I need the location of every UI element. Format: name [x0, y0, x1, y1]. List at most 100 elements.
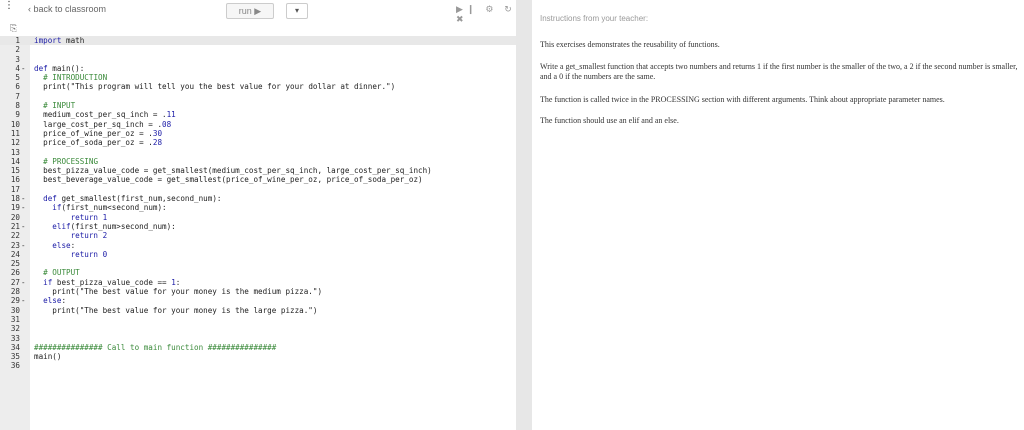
- code-text: print("The best value for your money is …: [34, 305, 318, 315]
- code-line[interactable]: 26 # OUTPUT: [0, 268, 516, 277]
- line-number: 9: [15, 110, 20, 120]
- line-number: 1: [15, 36, 20, 45]
- code-line[interactable]: 1 import math: [0, 36, 516, 46]
- fold-toggle-icon[interactable]: -: [21, 278, 29, 287]
- fold-toggle-icon[interactable]: -: [21, 64, 29, 73]
- pane-divider[interactable]: [516, 0, 532, 430]
- code-line[interactable]: 29- else:: [0, 296, 516, 305]
- code-line[interactable]: 18- def get_smallest(first_num,second_nu…: [0, 194, 516, 203]
- code-line[interactable]: 33: [0, 334, 516, 343]
- code-line[interactable]: 11 price_of_wine_per_oz = .30: [0, 129, 516, 138]
- code-line[interactable]: 34 ############### Call to main function …: [0, 343, 516, 352]
- line-number: 23: [10, 240, 20, 250]
- line-number: 4: [15, 63, 20, 73]
- code-line[interactable]: 25: [0, 259, 516, 268]
- code-text: best_pizza_value_code = get_smallest(med…: [34, 166, 432, 176]
- line-number: 32: [10, 324, 20, 334]
- code-line[interactable]: 7: [0, 92, 516, 101]
- line-number: 17: [10, 184, 20, 194]
- code-line[interactable]: 16 best_beverage_value_code = get_smalle…: [0, 175, 516, 184]
- fold-toggle-icon[interactable]: -: [21, 222, 29, 231]
- line-number: 35: [10, 352, 20, 362]
- code-text: if(first_num<second_num):: [52, 203, 167, 213]
- code-text: # INPUT: [43, 101, 76, 111]
- code-line[interactable]: 8 # INPUT: [0, 101, 516, 110]
- fold-toggle-icon[interactable]: -: [21, 296, 29, 305]
- instructions-paragraph: The function should use an elif and an e…: [540, 116, 679, 125]
- code-line[interactable]: 10 large_cost_per_sq_inch = .08: [0, 120, 516, 129]
- code-text: import math: [34, 36, 85, 45]
- code-line[interactable]: 9 medium_cost_per_sq_inch = .11: [0, 110, 516, 119]
- line-number: 11: [10, 128, 20, 138]
- editor-toolbar: ⋮ ‹ back to classroom run ▶ ▾ ▶❙ ⚙ ↻ ✖: [0, 0, 516, 25]
- line-number: 3: [15, 54, 20, 64]
- line-number: 33: [10, 333, 20, 343]
- line-number: 13: [10, 147, 20, 157]
- line-number: 26: [10, 268, 20, 278]
- line-number: 6: [15, 82, 20, 92]
- line-number: 31: [10, 314, 20, 324]
- code-line[interactable]: 22 return 2: [0, 231, 516, 240]
- code-line[interactable]: 4- def main():: [0, 64, 516, 73]
- code-text: large_cost_per_sq_inch = .08: [34, 119, 172, 129]
- code-line[interactable]: 19- if(first_num<second_num):: [0, 203, 516, 212]
- instructions-paragraph: The function is called twice in the PROC…: [540, 95, 945, 104]
- menu-icon[interactable]: ⋮: [4, 1, 14, 18]
- line-number: 5: [15, 73, 20, 83]
- code-line[interactable]: 21- elif(first_num>second_num):: [0, 222, 516, 231]
- code-text: return 2: [70, 231, 108, 241]
- line-number: 15: [10, 166, 20, 176]
- code-line[interactable]: 35 main(): [0, 352, 516, 361]
- code-line[interactable]: 32: [0, 324, 516, 333]
- code-line[interactable]: 5 # INTRODUCTION: [0, 73, 516, 82]
- fold-toggle-icon[interactable]: -: [21, 241, 29, 250]
- line-number: 2: [15, 45, 20, 55]
- code-text: return 0: [70, 249, 108, 259]
- code-text: else:: [43, 296, 67, 306]
- code-line[interactable]: 31: [0, 315, 516, 324]
- code-line[interactable]: 6 print("This program will tell you the …: [0, 82, 516, 91]
- code-line[interactable]: 23- else:: [0, 241, 516, 250]
- code-line[interactable]: 12 price_of_soda_per_oz = .28: [0, 138, 516, 147]
- line-number: 16: [10, 175, 20, 185]
- code-line[interactable]: 2: [0, 45, 516, 54]
- code-line[interactable]: 28 print("The best value for your money …: [0, 287, 516, 296]
- code-line[interactable]: 15 best_pizza_value_code = get_smallest(…: [0, 166, 516, 175]
- code-text: # OUTPUT: [43, 268, 80, 278]
- line-number: 28: [10, 287, 20, 297]
- code-line[interactable]: 13: [0, 148, 516, 157]
- code-text: def get_smallest(first_num,second_num):: [43, 194, 222, 204]
- fold-toggle-icon[interactable]: -: [21, 203, 29, 212]
- code-line[interactable]: 30 print("The best value for your money …: [0, 306, 516, 315]
- run-options-dropdown[interactable]: ▾: [286, 3, 308, 19]
- code-line[interactable]: 36: [0, 361, 516, 370]
- back-to-classroom-link[interactable]: ‹ back to classroom: [28, 4, 106, 14]
- code-text: ############### Call to main function ##…: [34, 342, 277, 352]
- code-line[interactable]: 20 return 1: [0, 213, 516, 222]
- code-text: # INTRODUCTION: [43, 73, 108, 83]
- code-line[interactable]: 27- if best_pizza_value_code == 1:: [0, 278, 516, 287]
- line-number: 8: [15, 101, 20, 111]
- line-number: 34: [10, 342, 20, 352]
- code-text: best_beverage_value_code = get_smallest(…: [34, 175, 423, 185]
- file-icon[interactable]: ⎘: [10, 24, 17, 34]
- line-number: 24: [10, 249, 20, 259]
- line-number: 30: [10, 305, 20, 315]
- line-number: 36: [10, 361, 20, 371]
- code-editor[interactable]: 1 import math 2 3 4- def main(): 5 # INTRODUCT…: [0, 36, 516, 371]
- toolbar-icons[interactable]: ▶❙ ⚙ ↻ ✖: [456, 5, 516, 25]
- code-text: print("The best value for your money is …: [34, 287, 323, 297]
- run-button[interactable]: run ▶: [226, 3, 274, 19]
- line-number: 27: [10, 277, 20, 287]
- code-line[interactable]: 3: [0, 55, 516, 64]
- instructions-paragraph: This exercises demonstrates the reusabil…: [540, 40, 720, 49]
- code-text: # PROCESSING: [43, 156, 99, 166]
- code-line[interactable]: 24 return 0: [0, 250, 516, 259]
- line-number: 7: [15, 91, 20, 101]
- code-text: if best_pizza_value_code == 1:: [43, 277, 181, 287]
- code-line[interactable]: 17: [0, 185, 516, 194]
- line-number: 19: [10, 203, 20, 213]
- code-text: elif(first_num>second_num):: [52, 221, 176, 231]
- code-line[interactable]: 14 # PROCESSING: [0, 157, 516, 166]
- fold-toggle-icon[interactable]: -: [21, 194, 29, 203]
